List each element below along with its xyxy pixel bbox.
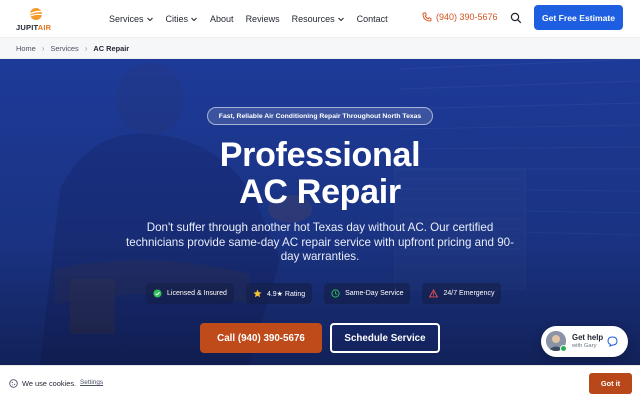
logo-text: JUPITAIR (16, 23, 52, 32)
chat-subtitle: with Gary (572, 343, 597, 349)
clock-icon (331, 289, 340, 298)
chat-title: Get help (572, 333, 604, 342)
check-circle-icon (153, 289, 162, 298)
hero-subtitle: Don't suffer through another hot Texas d… (126, 221, 514, 263)
chat-bubble-icon (607, 336, 618, 347)
badge-rating-label: 4.9★ Rating (266, 290, 306, 298)
hero-tagline: Fast, Reliable Air Conditioning Repair T… (207, 107, 433, 125)
hero-title-line2: AC Repair (239, 173, 401, 211)
badge-same-day: Same-Day Service (324, 283, 411, 304)
accept-cookies-button[interactable]: Got it (589, 373, 632, 394)
chevron-right-icon: › (41, 43, 45, 53)
chevron-down-icon (337, 17, 344, 21)
site-header: JUPITAIR Services Cities About Reviews R… (0, 0, 640, 37)
chevron-down-icon (191, 17, 197, 21)
star-icon (253, 289, 262, 298)
nav-contact-label: Contact (356, 13, 388, 24)
badge-emergency-label: 24/7 Emergency (443, 290, 495, 297)
breadcrumb-home[interactable]: Home (16, 44, 36, 53)
main-nav: Services Cities About Reviews Resources … (109, 0, 400, 37)
logo[interactable]: JUPITAIR (16, 6, 56, 32)
phone-icon (422, 12, 432, 22)
nav-resources[interactable]: Resources (292, 14, 345, 24)
badge-licensed-label: Licensed & Insured (167, 290, 227, 297)
badge-emergency: 24/7 Emergency (422, 283, 502, 304)
nav-services-label: Services (109, 13, 144, 24)
badge-licensed: Licensed & Insured (146, 283, 234, 304)
chevron-right-icon: › (84, 43, 88, 53)
breadcrumb-services[interactable]: Services (50, 44, 78, 53)
nav-cities-label: Cities (165, 13, 189, 24)
chevron-down-icon (146, 17, 153, 21)
nav-reviews[interactable]: Reviews (246, 14, 280, 24)
badge-rating: 4.9★ Rating (245, 283, 313, 304)
breadcrumb-current: AC Repair (93, 43, 130, 53)
cookie-message: We use cookies. (22, 379, 77, 388)
header-phone-link[interactable]: (940) 390-5676 (422, 12, 498, 22)
cookie-icon (9, 379, 18, 388)
hero-title-line1: Professional (219, 136, 421, 174)
hero-title: Professional AC Repair (120, 137, 520, 211)
online-status-dot (560, 345, 567, 352)
header-phone-number: (940) 390-5676 (436, 12, 498, 22)
planet-logo-icon (27, 8, 45, 20)
badge-same-day-label: Same-Day Service (345, 290, 404, 297)
search-icon[interactable] (510, 12, 522, 24)
hero-section: Fast, Reliable Air Conditioning Repair T… (0, 59, 640, 365)
hero-overlay (0, 59, 640, 365)
nav-contact[interactable]: Contact (357, 14, 388, 24)
nav-cities[interactable]: Cities (166, 14, 199, 24)
nav-services[interactable]: Services (109, 14, 154, 24)
chat-widget[interactable]: Get help with Gary (541, 326, 628, 357)
breadcrumb: Home › Services › AC Repair (0, 37, 640, 59)
cookie-banner: We use cookies. Settings Got it (0, 365, 640, 400)
get-free-estimate-button[interactable]: Get Free Estimate (534, 5, 623, 30)
call-button[interactable]: Call (940) 390-5676 (200, 323, 322, 353)
nav-resources-label: Resources (291, 13, 335, 24)
cookie-settings-link[interactable]: Settings (80, 379, 103, 386)
nav-reviews-label: Reviews (245, 13, 280, 24)
nav-about[interactable]: About (210, 14, 234, 24)
nav-about-label: About (210, 13, 234, 24)
trust-badges: Licensed & Insured 4.9★ Rating Same-Day … (146, 283, 502, 304)
alert-triangle-icon (429, 289, 439, 298)
schedule-service-button[interactable]: Schedule Service (330, 323, 440, 353)
